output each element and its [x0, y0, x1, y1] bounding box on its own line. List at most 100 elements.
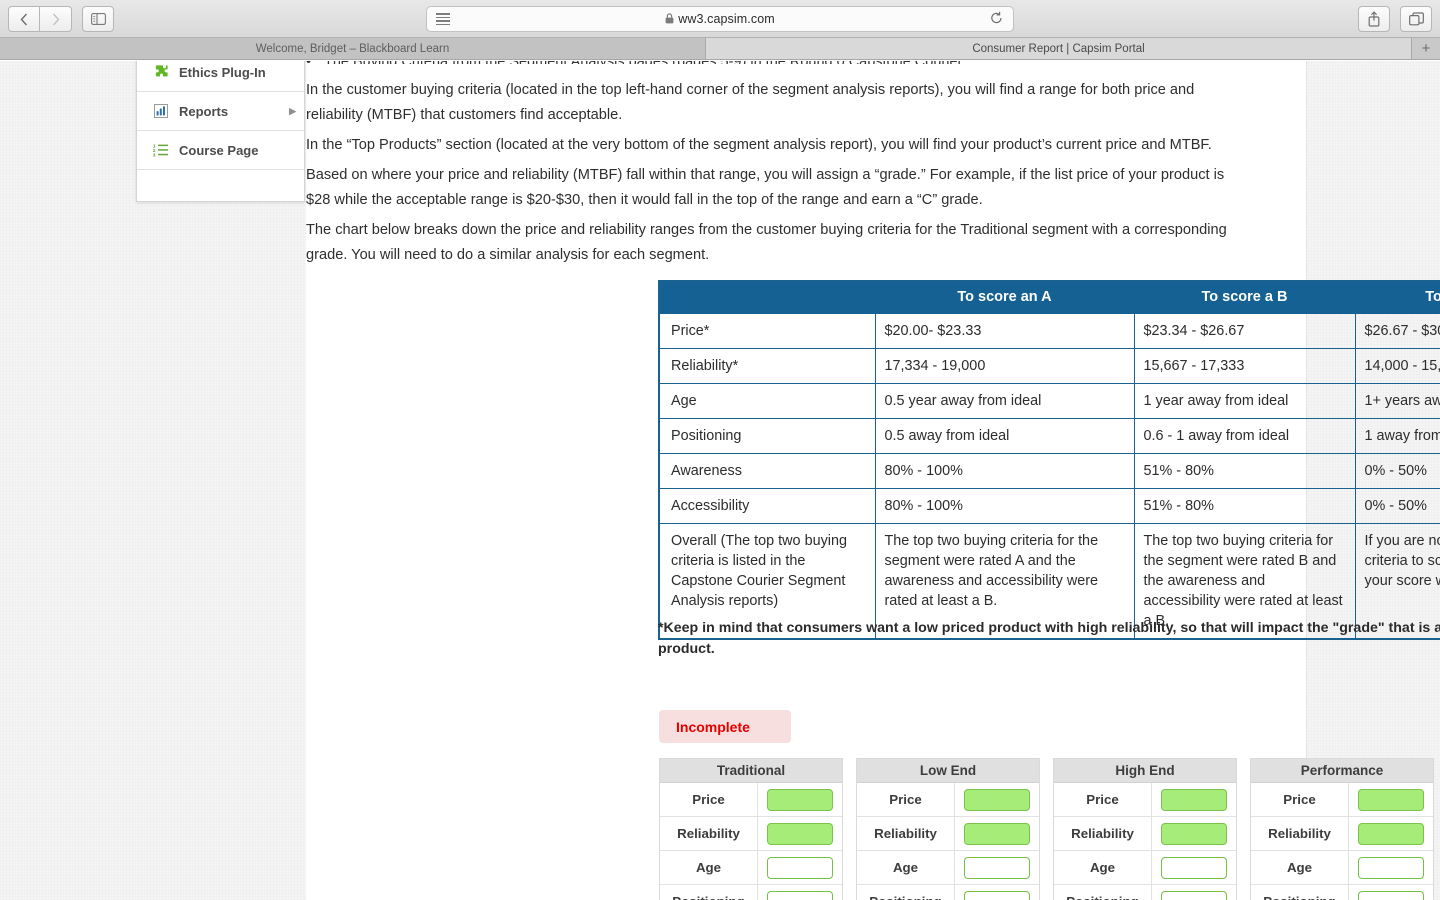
- paragraph: In the “Top Products” section (located a…: [306, 137, 1212, 153]
- segment-row-reliability: Reliability: [660, 817, 842, 851]
- url-text: ww3.capsim.com: [450, 12, 990, 27]
- segment-row-label: Price: [857, 783, 955, 816]
- segment-row-label: Price: [1251, 783, 1349, 816]
- share-icon: [1368, 11, 1380, 27]
- segment-title: Performance: [1251, 759, 1433, 783]
- reliability-input[interactable]: [1161, 822, 1227, 845]
- back-button[interactable]: [8, 6, 40, 32]
- segment-table-traditional: Traditional Price Reliability Age Positi…: [659, 758, 843, 900]
- sidebar-toggle-button[interactable]: [82, 6, 114, 32]
- cell-b: $23.34 - $26.67: [1133, 312, 1356, 349]
- price-input[interactable]: [964, 788, 1030, 811]
- positioning-input[interactable]: [1161, 890, 1227, 900]
- age-input[interactable]: [964, 856, 1030, 879]
- segment-title: Low End: [857, 759, 1039, 783]
- chevron-right-icon: [52, 13, 59, 25]
- segment-grade-forms: Traditional Price Reliability Age Positi…: [659, 758, 1440, 900]
- segment-input-cell: [1349, 890, 1433, 900]
- segment-input-cell: [1152, 822, 1236, 845]
- status-badge-label: Incomplete: [676, 718, 750, 735]
- plus-icon: +: [1421, 40, 1431, 57]
- cell-a: 80% - 100%: [874, 452, 1135, 489]
- toolbar-right-buttons: [1358, 6, 1432, 32]
- footnote-text: *Keep in mind that consumers want a low …: [658, 620, 1440, 657]
- bullet-list-item-cutoff: •The Buying Criteria from the Segment An…: [306, 61, 1228, 64]
- segment-table-low-end: Low End Price Reliability Age Positionin…: [856, 758, 1040, 900]
- segment-row-label: Positioning: [857, 885, 955, 900]
- segment-input-cell: [1349, 822, 1433, 845]
- segment-input-cell: [955, 788, 1039, 811]
- tab-blackboard-learn[interactable]: Welcome, Bridget – Blackboard Learn: [0, 38, 706, 59]
- sidebar-item-label: Ethics Plug-In: [179, 64, 266, 80]
- cell-a: 0.5 away from ideal: [874, 417, 1135, 454]
- cell-c: 14,000 - 15,666: [1354, 347, 1440, 384]
- segment-row-price: Price: [1251, 783, 1433, 817]
- column-header-b: To score a B: [1133, 280, 1356, 314]
- row-label: Reliability*: [658, 347, 876, 384]
- cell-a: 17,334 - 19,000: [874, 347, 1135, 384]
- cell-c: 1 away from ideal: [1354, 417, 1440, 454]
- cell-b: 51% - 80%: [1133, 452, 1356, 489]
- reader-view-icon[interactable]: [436, 13, 450, 25]
- cell-c: 1+ years away from ideal: [1354, 382, 1440, 419]
- paragraph: Based on where your price and reliabilit…: [306, 167, 1225, 208]
- positioning-input[interactable]: [767, 890, 833, 900]
- segment-row-label: Positioning: [660, 885, 758, 900]
- segment-row-label: Reliability: [857, 817, 955, 850]
- tab-consumer-report[interactable]: Consumer Report | Capsim Portal: [706, 38, 1412, 59]
- segment-row-label: Age: [660, 851, 758, 884]
- lock-icon: [665, 12, 674, 27]
- cell-c: 0% - 50%: [1354, 487, 1440, 524]
- positioning-input[interactable]: [1358, 890, 1424, 900]
- reload-button[interactable]: [990, 11, 1003, 28]
- table-row: Reliability* 17,334 - 19,000 15,667 - 17…: [658, 347, 1440, 384]
- show-tabs-button[interactable]: [1400, 6, 1432, 32]
- segment-title: High End: [1054, 759, 1236, 783]
- reliability-input[interactable]: [964, 822, 1030, 845]
- cell-a: $20.00- $23.33: [874, 312, 1135, 349]
- browser-toolbar: ww3.capsim.com: [0, 0, 1440, 38]
- segment-input-cell: [955, 856, 1039, 879]
- sidebar-item-course-page[interactable]: 1 2 3 Course Page: [137, 131, 304, 170]
- forward-button[interactable]: [40, 6, 72, 32]
- row-label: Awareness: [658, 452, 876, 489]
- sidebar-item-ethics-plug-in[interactable]: Ethics Plug-In: [137, 61, 304, 92]
- segment-row-label: Age: [1251, 851, 1349, 884]
- age-input[interactable]: [1358, 856, 1424, 879]
- price-input[interactable]: [1161, 788, 1227, 811]
- article-body: In the customer buying criteria (located…: [306, 78, 1228, 273]
- address-bar[interactable]: ww3.capsim.com: [426, 6, 1014, 32]
- reliability-input[interactable]: [1358, 822, 1424, 845]
- new-tab-button[interactable]: +: [1412, 38, 1440, 59]
- segment-row-age: Age: [857, 851, 1039, 885]
- segment-row-label: Age: [1054, 851, 1152, 884]
- column-header-blank: [658, 280, 876, 314]
- column-header-a: To score an A: [874, 280, 1135, 314]
- tabs-overview-icon: [1408, 11, 1424, 25]
- row-label: Positioning: [658, 417, 876, 454]
- price-input[interactable]: [1358, 788, 1424, 811]
- positioning-input[interactable]: [964, 890, 1030, 900]
- segment-row-age: Age: [660, 851, 842, 885]
- table-row: Age 0.5 year away from ideal 1 year away…: [658, 382, 1440, 419]
- segment-row-positioning: Positioning: [660, 885, 842, 900]
- segment-row-positioning: Positioning: [857, 885, 1039, 900]
- column-header-c: To score a C: [1354, 280, 1440, 314]
- price-input[interactable]: [767, 788, 833, 811]
- reliability-input[interactable]: [767, 822, 833, 845]
- segment-input-cell: [1152, 788, 1236, 811]
- segment-row-price: Price: [1054, 783, 1236, 817]
- sidebar-item-label: Reports: [179, 103, 229, 119]
- segment-row-reliability: Reliability: [857, 817, 1039, 851]
- segment-title: Traditional: [660, 759, 842, 783]
- age-input[interactable]: [1161, 856, 1227, 879]
- tab-label: Welcome, Bridget – Blackboard Learn: [255, 42, 450, 55]
- age-input[interactable]: [767, 856, 833, 879]
- cell-b: 51% - 80%: [1133, 487, 1356, 524]
- segment-row-label: Reliability: [1251, 817, 1349, 850]
- svg-text:3: 3: [153, 153, 156, 158]
- share-button[interactable]: [1358, 6, 1390, 32]
- segment-input-cell: [955, 822, 1039, 845]
- tab-bar: Welcome, Bridget – Blackboard Learn Cons…: [0, 38, 1440, 60]
- sidebar-item-reports[interactable]: Reports ▶: [137, 92, 304, 131]
